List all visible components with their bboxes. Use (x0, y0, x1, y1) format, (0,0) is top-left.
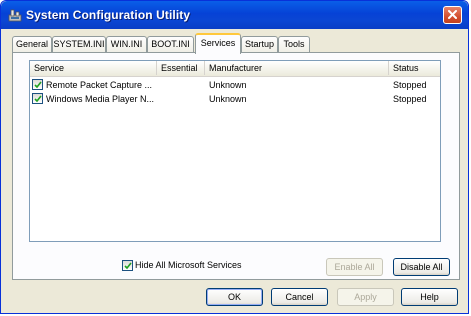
service-name: Remote Packet Capture ... (46, 80, 153, 90)
ok-button[interactable]: OK (206, 288, 263, 306)
help-button[interactable]: Help (401, 288, 458, 306)
column-header-essential[interactable]: Essential (157, 61, 205, 75)
column-header-manufacturer[interactable]: Manufacturer (205, 61, 389, 75)
service-status: Stopped (393, 80, 427, 90)
tab-boot-ini[interactable]: BOOT.INI (147, 36, 194, 52)
hide-microsoft-services-label[interactable]: Hide All Microsoft Services (135, 260, 242, 271)
service-manufacturer: Unknown (209, 94, 247, 104)
tab-win-ini[interactable]: WIN.INI (106, 36, 147, 52)
close-icon (448, 10, 457, 19)
column-header-status[interactable]: Status (389, 61, 440, 75)
tab-startup[interactable]: Startup (241, 36, 278, 52)
cancel-button[interactable]: Cancel (271, 288, 328, 306)
services-list[interactable]: Service Essential Manufacturer Status Re… (29, 60, 441, 242)
checkmark-icon (124, 262, 132, 270)
checkmark-icon (34, 81, 42, 89)
services-tab-panel: Service Essential Manufacturer Status Re… (12, 52, 460, 280)
service-name: Windows Media Player N... (46, 94, 155, 104)
disable-all-button[interactable]: Disable All (393, 258, 450, 276)
tab-general[interactable]: General (12, 36, 52, 52)
service-checkbox[interactable] (32, 79, 43, 90)
hide-microsoft-services-checkbox[interactable] (122, 260, 133, 271)
service-manufacturer: Unknown (209, 80, 247, 90)
close-button[interactable] (443, 6, 462, 24)
apply-button[interactable]: Apply (337, 288, 394, 306)
msconfig-app-icon (8, 8, 22, 22)
services-list-header: Service Essential Manufacturer Status (30, 61, 440, 77)
service-checkbox[interactable] (32, 93, 43, 104)
service-essential (161, 92, 205, 106)
service-status: Stopped (393, 94, 427, 104)
tab-tools[interactable]: Tools (278, 36, 310, 52)
service-row[interactable]: Remote Packet Capture ... Unknown Stoppe… (30, 78, 440, 92)
tab-services[interactable]: Services (195, 33, 241, 54)
enable-all-button[interactable]: Enable All (326, 258, 383, 276)
window-title: System Configuration Utility (26, 8, 191, 22)
service-essential (161, 78, 205, 92)
system-configuration-window: System Configuration Utility General SYS… (0, 0, 469, 314)
column-header-service[interactable]: Service (30, 61, 157, 75)
title-bar[interactable]: System Configuration Utility (1, 1, 468, 29)
tab-system-ini[interactable]: SYSTEM.INI (52, 36, 106, 52)
service-row[interactable]: Windows Media Player N... Unknown Stoppe… (30, 92, 440, 106)
checkmark-icon (34, 95, 42, 103)
